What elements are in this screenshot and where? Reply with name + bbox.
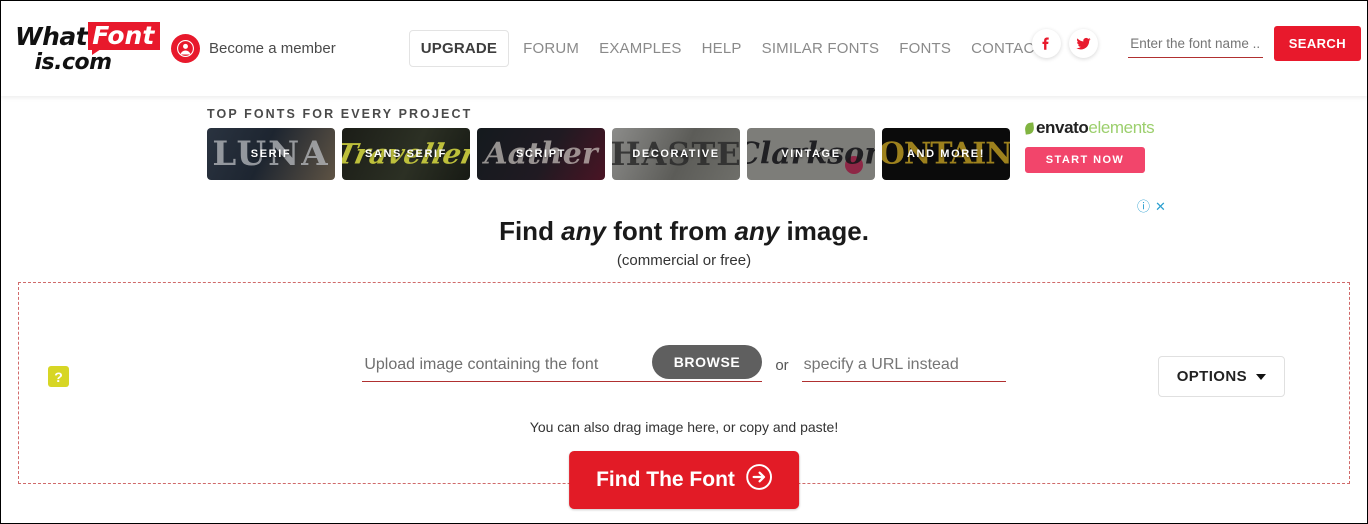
nav-fonts[interactable]: FONTS — [889, 40, 961, 57]
upload-placeholder-label: Upload image containing the font — [364, 356, 599, 373]
url-input[interactable] — [801, 356, 1006, 382]
hero-title-part-2: font from — [605, 216, 735, 246]
browse-button[interactable]: BROWSE — [651, 345, 763, 379]
envato-brand-light: elements — [1088, 118, 1155, 137]
drag-hint-text: You can also drag image here, or copy an… — [529, 419, 839, 435]
promo-card-vintage[interactable]: Clarkson VINTAGE — [747, 128, 875, 180]
become-a-member-link[interactable]: Become a member — [171, 34, 336, 63]
become-a-member-label: Become a member — [209, 40, 336, 57]
envato-brand-dark: envato — [1036, 118, 1089, 137]
envato-advert[interactable]: envato elements START NOW — [1024, 118, 1185, 173]
hero-title-part-3: image. — [779, 216, 869, 246]
nav-similar-fonts[interactable]: SIMILAR FONTS — [752, 40, 890, 57]
nav-forum[interactable]: FORUM — [513, 40, 589, 57]
promo-card-label: VINTAGE — [781, 148, 841, 160]
promo-card-sans-serif[interactable]: Traveller SANS SERIF — [342, 128, 470, 180]
chevron-down-icon — [1256, 373, 1266, 380]
promo-card-label: AND MORE! — [907, 148, 985, 160]
logo-domain-text: is.com — [34, 49, 112, 75]
twitter-icon[interactable] — [1069, 29, 1099, 58]
search-button[interactable]: SEARCH — [1273, 26, 1361, 61]
arrow-right-circle-icon — [746, 464, 772, 496]
upload-file-field[interactable]: Upload image containing the font BROWSE — [362, 345, 763, 382]
leaf-icon — [1024, 121, 1035, 135]
nav-examples[interactable]: EXAMPLES — [589, 40, 691, 57]
ad-choices-controls: ⓘ ✕ — [1137, 200, 1166, 213]
facebook-icon[interactable] — [1032, 29, 1062, 58]
hero-subtitle: (commercial or free) — [616, 252, 752, 269]
nav-help[interactable]: HELP — [692, 40, 752, 57]
promo-card-decorative[interactable]: HASTE DECORATIVE — [612, 128, 740, 180]
search-input[interactable] — [1128, 32, 1264, 58]
promo-card-label: DECORATIVE — [632, 148, 720, 160]
promo-card-script[interactable]: Aather SCRIPT — [477, 128, 605, 180]
hero-title-emphasis-2: any — [734, 216, 780, 246]
user-avatar-icon — [171, 34, 200, 63]
upload-controls-row: Upload image containing the font BROWSE … — [19, 345, 1349, 382]
header-right-tools: SEARCH — [1032, 26, 1361, 61]
promo-card-label: SERIF — [250, 148, 292, 160]
logo-font-tag: Font — [88, 21, 161, 55]
options-button[interactable]: OPTIONS — [1157, 356, 1285, 397]
promo-card-and-more[interactable]: FONTAINE AND MORE! — [882, 128, 1010, 180]
options-button-label: OPTIONS — [1176, 368, 1247, 385]
find-the-font-label: Find The Font — [596, 468, 735, 491]
logo-top-row: What Font — [15, 21, 161, 55]
promo-title: TOP FONTS FOR EVERY PROJECT — [207, 107, 473, 121]
hero-title-part-1: Find — [499, 216, 562, 246]
promo-card-label: SCRIPT — [516, 148, 566, 160]
logo-what-text: What — [15, 21, 88, 51]
find-the-font-button[interactable]: Find The Font — [569, 451, 799, 509]
header-search: SEARCH — [1128, 26, 1361, 61]
ad-info-icon[interactable]: ⓘ — [1137, 200, 1150, 213]
start-now-button[interactable]: START NOW — [1025, 147, 1145, 173]
or-separator-label: or — [775, 357, 789, 374]
site-logo[interactable]: What Font is.com — [15, 21, 161, 75]
page-title: Find any font from any image. — [1, 216, 1367, 247]
hero-section: Find any font from any image. (commercia… — [1, 216, 1367, 269]
site-header: What Font is.com Become a member UPGRADE… — [1, 1, 1367, 96]
promo-card-label: SANS SERIF — [364, 148, 447, 160]
main-navigation: UPGRADE FORUM EXAMPLES HELP SIMILAR FONT… — [408, 30, 1054, 67]
ad-close-icon[interactable]: ✕ — [1155, 200, 1166, 213]
promo-card-list: LUNA SERIF Traveller SANS SERIF Aather S… — [207, 128, 1367, 180]
hero-title-emphasis-1: any — [561, 216, 606, 246]
image-drop-zone[interactable]: ? Upload image containing the font BROWS… — [18, 282, 1350, 509]
promo-card-serif[interactable]: LUNA SERIF — [207, 128, 335, 180]
promo-strip: TOP FONTS FOR EVERY PROJECT LUNA SERIF T… — [1, 96, 1367, 213]
envato-logo: envato elements — [1024, 118, 1185, 138]
nav-upgrade[interactable]: UPGRADE — [408, 30, 510, 67]
